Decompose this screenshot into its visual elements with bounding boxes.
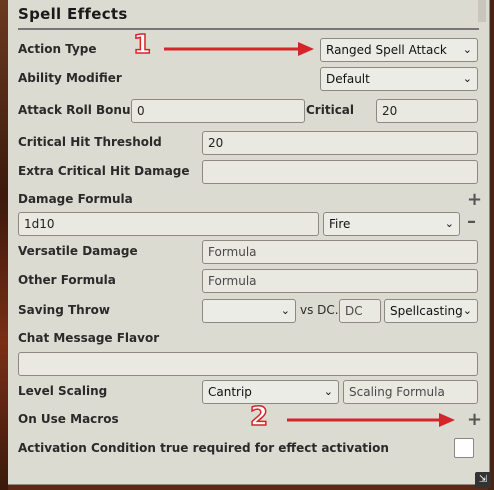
level-scaling-label: Level Scaling xyxy=(18,384,108,398)
title-divider xyxy=(18,28,479,30)
chat-flavor-input[interactable] xyxy=(18,352,478,376)
other-formula-input[interactable]: Formula xyxy=(202,269,478,293)
damage-type-select[interactable]: Fire ⌄ xyxy=(323,212,460,236)
chevron-down-icon: ⌄ xyxy=(462,72,472,85)
scrollbar[interactable] xyxy=(478,0,486,22)
chevron-down-icon: ⌄ xyxy=(462,43,472,56)
scaling-formula-input[interactable]: Scaling Formula xyxy=(343,380,478,404)
saving-throw-select[interactable]: ⌄ xyxy=(202,299,296,323)
chevron-down-icon: ⌄ xyxy=(323,385,333,398)
extra-crit-input[interactable] xyxy=(202,160,478,184)
annotation-arrow-2 xyxy=(287,413,455,427)
chevron-down-icon: ⌄ xyxy=(280,304,290,317)
damage-formula-label: Damage Formula xyxy=(18,192,133,206)
save-dc-mode-select[interactable]: Spellcasting ⌄ xyxy=(384,299,478,323)
versatile-damage-label: Versatile Damage xyxy=(18,244,138,258)
damage-formula-input[interactable]: 1d10 xyxy=(18,212,319,236)
critical-label: Critical xyxy=(306,103,355,117)
annotation-number-2: 2 xyxy=(249,401,269,433)
action-type-label: Action Type xyxy=(18,42,97,56)
chevron-down-icon: ⌄ xyxy=(444,217,454,230)
crit-threshold-label: Critical Hit Threshold xyxy=(18,135,162,149)
ability-modifier-select[interactable]: Default ⌄ xyxy=(320,67,478,91)
attack-roll-bonus-input[interactable]: 0 xyxy=(131,99,305,123)
save-dc-input[interactable]: DC xyxy=(339,299,381,323)
attack-roll-bonus-label: Attack Roll Bonus xyxy=(18,103,138,117)
background-edge-left xyxy=(0,0,8,490)
on-use-macros-label: On Use Macros xyxy=(18,412,119,426)
section-title: Spell Effects xyxy=(18,5,128,23)
activation-condition-label: Activation Condition true required for e… xyxy=(18,441,389,455)
add-macro-plus-icon[interactable]: + xyxy=(467,411,482,429)
remove-damage-minus-icon[interactable]: – xyxy=(467,213,476,231)
resize-icon[interactable]: ⇲ xyxy=(475,472,491,488)
chevron-down-icon: ⌄ xyxy=(462,304,472,317)
versatile-damage-input[interactable]: Formula xyxy=(202,240,478,264)
add-damage-plus-icon[interactable]: + xyxy=(467,191,482,209)
crit-threshold-input[interactable]: 20 xyxy=(202,131,478,155)
other-formula-label: Other Formula xyxy=(18,273,116,287)
annotation-number-1: 1 xyxy=(132,29,152,61)
extra-crit-label: Extra Critical Hit Damage xyxy=(18,164,190,178)
ability-modifier-label: Ability Modifier xyxy=(18,71,122,85)
vs-dc-label: vs DC. xyxy=(300,303,339,317)
saving-throw-label: Saving Throw xyxy=(18,303,110,317)
annotation-arrow-1 xyxy=(164,42,314,56)
chat-flavor-label: Chat Message Flavor xyxy=(18,331,160,345)
activation-condition-checkbox[interactable] xyxy=(454,438,474,458)
critical-input[interactable]: 20 xyxy=(376,99,478,123)
action-type-select[interactable]: Ranged Spell Attack ⌄ xyxy=(320,38,478,62)
level-scaling-select[interactable]: Cantrip ⌄ xyxy=(202,380,339,404)
